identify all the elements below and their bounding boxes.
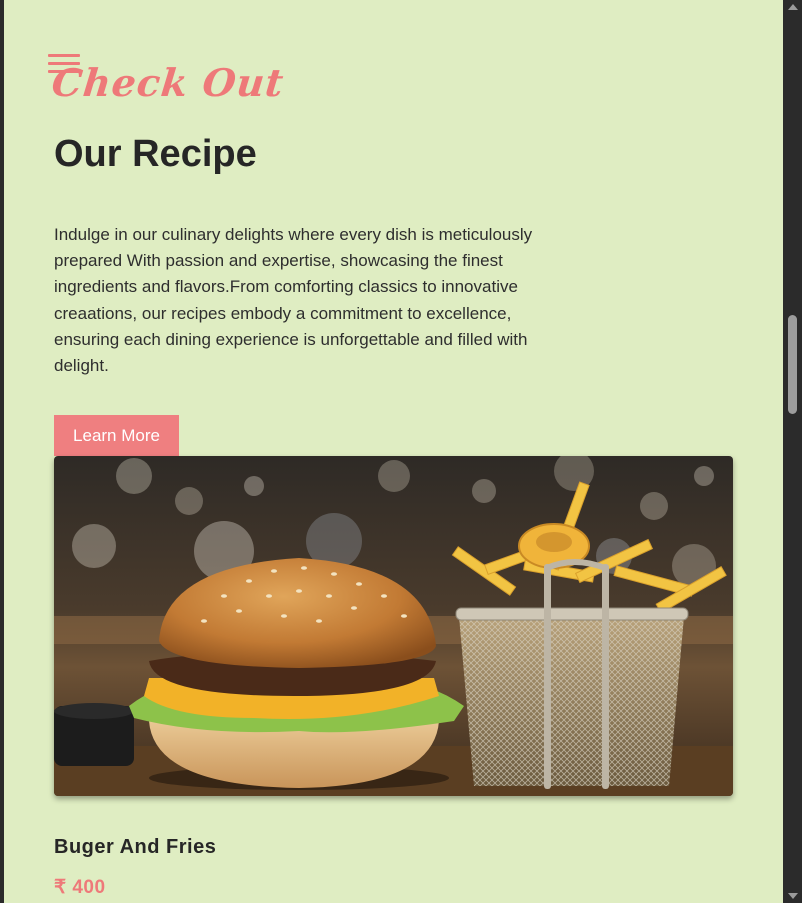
vertical-scrollbar[interactable] xyxy=(783,0,802,903)
section-title: Our Recipe xyxy=(54,133,257,175)
scrollbar-thumb[interactable] xyxy=(788,315,797,414)
page-viewport: Check Out Our Recipe Indulge in our culi… xyxy=(4,0,783,903)
scroll-down-arrow-icon[interactable] xyxy=(788,893,798,899)
item-name: Buger And Fries xyxy=(54,836,217,858)
scroll-up-arrow-icon[interactable] xyxy=(788,4,798,10)
learn-more-button[interactable]: Learn More xyxy=(54,415,179,456)
section-description: Indulge in our culinary delights where e… xyxy=(54,225,533,376)
menu-bar xyxy=(48,54,80,57)
item-price: ₹ 400 xyxy=(54,877,106,898)
brand-logo[interactable]: Check Out xyxy=(50,60,287,105)
burger-and-fries-image xyxy=(54,456,733,796)
